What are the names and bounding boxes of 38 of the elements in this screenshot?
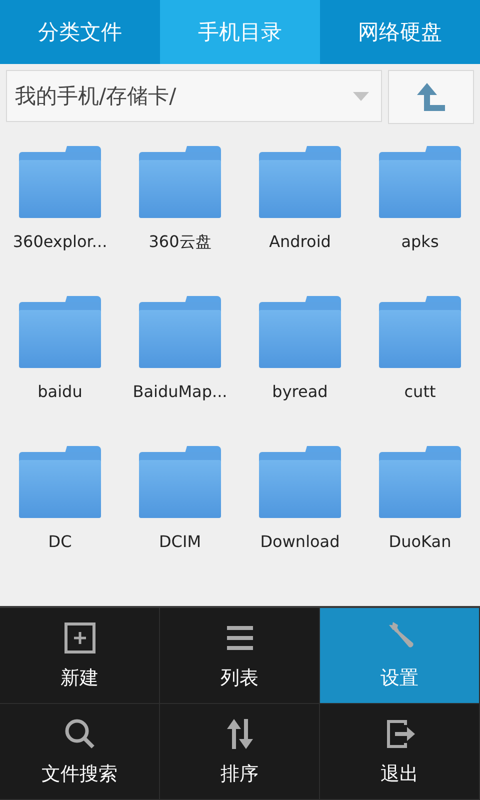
folder-name[interactable]: cutt [404, 382, 436, 401]
folder-name[interactable]: baidu [38, 382, 82, 401]
search-icon [62, 716, 96, 750]
folder-icon [259, 296, 341, 368]
up-directory-button[interactable] [388, 70, 474, 124]
folder-icon [259, 146, 341, 218]
folder-icon [19, 296, 101, 368]
menu-item[interactable]: 文件搜索 [0, 704, 160, 800]
menu-item[interactable]: 设置 [320, 608, 480, 704]
folder-icon [19, 446, 101, 518]
folder-name[interactable]: byread [272, 382, 328, 401]
folder-name[interactable]: Download [260, 532, 340, 551]
menu-item[interactable]: 新建 [0, 608, 160, 704]
folder-name[interactable]: DC [48, 532, 72, 551]
folder-name[interactable]: 360explor... [12, 232, 108, 251]
folder-name[interactable]: DuoKan [388, 532, 452, 551]
folder-icon [139, 296, 221, 368]
menu-item[interactable]: 列表 [160, 608, 320, 704]
tab[interactable]: 网络硬盘 [320, 0, 480, 64]
folder-icon [379, 446, 461, 518]
folder-name[interactable]: 360云盘 [148, 232, 212, 253]
folder-icon [379, 146, 461, 218]
plus-square-icon [62, 620, 96, 654]
dropdown-caret-icon [353, 92, 369, 100]
menu-item[interactable]: 退出 [320, 704, 480, 800]
up-arrow-icon [417, 83, 445, 111]
folder-icon [139, 446, 221, 518]
folder-name[interactable]: Android [269, 232, 331, 251]
folder-name[interactable]: DCIM [158, 532, 201, 551]
folder-name[interactable]: apks [401, 232, 439, 251]
path-dropdown[interactable]: 我的手机/存储卡/ [6, 70, 382, 122]
tab[interactable]: 分类文件 [0, 0, 160, 64]
folder-icon [379, 296, 461, 368]
folder-icon [259, 446, 341, 518]
folder-icon [139, 146, 221, 218]
menu-item[interactable]: 排序 [160, 704, 320, 800]
folder-name[interactable]: BaiduMap... [132, 382, 228, 401]
folder-icon [19, 146, 101, 218]
